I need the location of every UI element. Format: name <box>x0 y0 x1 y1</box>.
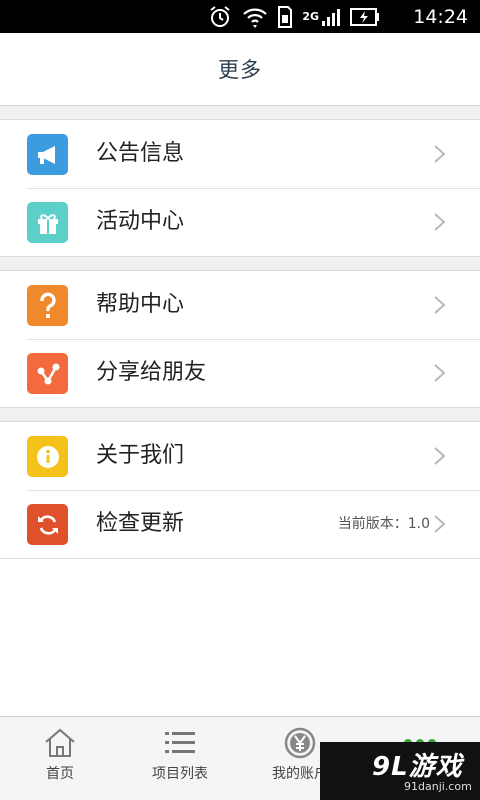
clock: 14:24 <box>413 6 468 28</box>
info-icon <box>27 436 68 477</box>
menu-list: 公告信息 活动中心 帮助中心 分享给朋友 关于我们 检查更新 当前版本：1.0 <box>0 106 480 716</box>
list-icon <box>162 725 198 761</box>
gift-icon <box>27 202 68 243</box>
watermark-logo: 9L游戏 <box>372 752 463 782</box>
question-icon <box>27 285 68 326</box>
refresh-icon <box>27 504 68 545</box>
chevron-right-icon <box>434 145 446 163</box>
menu-item-label: 关于我们 <box>96 443 185 468</box>
page-title: 更多 <box>218 58 262 82</box>
menu-item-label: 公告信息 <box>96 141 185 166</box>
tab-label: 项目列表 <box>152 766 208 782</box>
chevron-right-icon <box>434 515 446 533</box>
share-icon <box>27 353 68 394</box>
wifi-icon <box>242 5 268 29</box>
sim-icon <box>278 5 293 28</box>
chevron-right-icon <box>434 213 446 231</box>
menu-item-share-with-friends[interactable]: 分享给朋友 <box>0 339 480 407</box>
chevron-right-icon <box>434 364 446 382</box>
menu-item-label: 分享给朋友 <box>96 360 207 385</box>
tab-home[interactable]: 首页 <box>0 717 120 800</box>
status-icons: 2G <box>208 3 380 30</box>
menu-item-check-update[interactable]: 检查更新 当前版本：1.0 <box>0 490 480 558</box>
section-divider <box>0 257 480 271</box>
tab-project-list[interactable]: 项目列表 <box>120 717 240 800</box>
yen-coin-icon <box>282 725 318 761</box>
menu-item-help-center[interactable]: 帮助中心 <box>0 271 480 339</box>
menu-item-label: 帮助中心 <box>96 292 185 317</box>
section-divider <box>0 106 480 120</box>
megaphone-icon <box>27 134 68 175</box>
watermark-url: 91danji.com <box>404 780 472 793</box>
menu-group-about: 关于我们 检查更新 当前版本：1.0 <box>0 422 480 559</box>
tab-label: 首页 <box>46 766 74 782</box>
menu-item-about-us[interactable]: 关于我们 <box>0 422 480 490</box>
watermark: 9L游戏 91danji.com <box>320 742 480 800</box>
section-divider <box>0 408 480 422</box>
menu-item-label: 检查更新 <box>96 511 185 536</box>
chevron-right-icon <box>434 296 446 314</box>
alarm-icon <box>208 5 232 29</box>
chevron-right-icon <box>434 447 446 465</box>
header: 更多 <box>0 33 480 106</box>
network-type: 2G <box>302 10 319 23</box>
signal-icon: 2G <box>302 8 340 26</box>
battery-icon <box>350 7 380 26</box>
current-version-text: 当前版本：1.0 <box>337 516 430 532</box>
menu-item-announcements[interactable]: 公告信息 <box>0 120 480 188</box>
menu-group-help: 帮助中心 分享给朋友 <box>0 271 480 408</box>
home-icon <box>42 725 78 761</box>
menu-item-label: 活动中心 <box>96 209 185 234</box>
menu-item-activity-center[interactable]: 活动中心 <box>0 188 480 256</box>
menu-group-notices: 公告信息 活动中心 <box>0 120 480 257</box>
status-bar: 2G 14:24 <box>0 0 480 33</box>
